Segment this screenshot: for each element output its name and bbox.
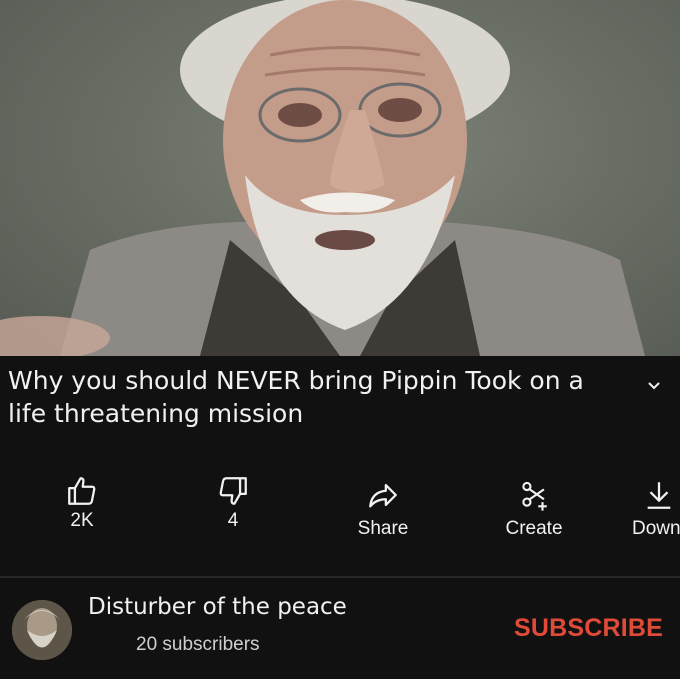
thumbs-up-icon bbox=[68, 477, 96, 505]
share-label: Share bbox=[357, 518, 409, 539]
thumbs-down-icon bbox=[219, 477, 247, 505]
download-icon bbox=[647, 482, 671, 509]
share-button[interactable]: Share bbox=[338, 474, 428, 540]
channel-avatar[interactable] bbox=[12, 600, 72, 660]
share-arrow-icon bbox=[369, 483, 397, 508]
create-button[interactable]: Create bbox=[489, 474, 579, 540]
subscriber-count: 20 subscribers bbox=[136, 634, 260, 655]
dislike-button[interactable]: 4 bbox=[188, 474, 278, 532]
video-info-panel: Why you should NEVER bring Pippin Took o… bbox=[0, 356, 680, 679]
create-clip-icon bbox=[522, 481, 547, 511]
divider bbox=[0, 576, 680, 578]
subscribe-button[interactable]: SUBSCRIBE bbox=[514, 614, 663, 643]
video-title: Why you should NEVER bring Pippin Took o… bbox=[8, 366, 584, 428]
chevron-down-icon[interactable] bbox=[644, 376, 664, 396]
like-count: 2K bbox=[70, 510, 94, 531]
download-button[interactable]: Down bbox=[632, 474, 680, 540]
channel-name[interactable]: Disturber of the peace bbox=[88, 594, 347, 620]
dislike-count: 4 bbox=[227, 510, 239, 531]
avatar-image bbox=[12, 600, 72, 660]
channel-row: Disturber of the peace 20 subscribers SU… bbox=[0, 592, 680, 672]
download-label: Down bbox=[632, 518, 680, 539]
create-label: Create bbox=[505, 518, 563, 539]
video-frame-illustration bbox=[0, 0, 645, 356]
video-player[interactable] bbox=[0, 0, 680, 356]
action-bar: 2K 4 Share Create Down bbox=[0, 474, 680, 554]
like-button[interactable]: 2K bbox=[37, 474, 127, 532]
